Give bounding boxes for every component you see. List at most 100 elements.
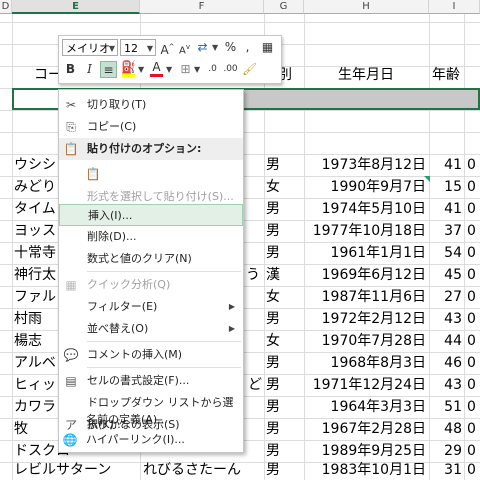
cell-extra[interactable]: 0 (467, 220, 476, 242)
cell-name[interactable]: レビルサターン (14, 459, 138, 480)
cell-gender[interactable]: 男 (266, 154, 280, 176)
cell-extra[interactable]: 0 (467, 308, 476, 330)
grow-font-button[interactable]: A^ (159, 39, 176, 57)
cell-age[interactable]: 41 (430, 198, 462, 220)
cell-name[interactable]: ヨッス (14, 220, 56, 242)
cell-gender[interactable]: 女 (266, 176, 280, 198)
menu-item-filter[interactable]: フィルター(E) ▶ (59, 296, 243, 318)
cell-age[interactable]: 27 (430, 286, 462, 308)
menu-item-delete[interactable]: 削除(D)... (59, 226, 243, 248)
cell-age[interactable]: 51 (430, 396, 462, 418)
cell-gender[interactable]: 漢 (266, 264, 280, 286)
cell-name[interactable]: 神行太 (14, 264, 56, 286)
cell-age[interactable]: 45 (430, 264, 462, 286)
menu-item-quick-analysis[interactable]: ▦ クイック分析(Q) (59, 274, 243, 296)
cell-age[interactable]: 43 (430, 374, 462, 396)
cell-birthday[interactable]: 1969年6月12日 (306, 264, 426, 286)
cell-name[interactable]: 楊志 (14, 330, 42, 352)
menu-item-cut[interactable]: ✂ 切り取り(T) (59, 94, 243, 116)
menu-item-sort[interactable]: 並べ替え(O) ▶ (59, 318, 243, 340)
cell-birthday[interactable]: 1971年12月24日 (306, 374, 426, 396)
cell-name[interactable]: アルベ (14, 352, 56, 374)
cell-birthday[interactable]: 1990年9月7日 (306, 176, 426, 198)
cell-extra[interactable]: 0 (467, 330, 476, 352)
cell-extra[interactable]: 0 (467, 264, 476, 286)
column-header-d[interactable]: D (0, 0, 12, 14)
cell-name[interactable]: みどり (14, 176, 56, 198)
font-size-select[interactable]: 12 ▼ (120, 39, 156, 56)
cell-age[interactable]: 48 (430, 418, 462, 440)
cell-kana[interactable]: ど (248, 374, 262, 396)
cell-kana[interactable]: れびるさたーん (143, 459, 263, 480)
cell-gender[interactable]: 男 (266, 198, 280, 220)
font-color-button[interactable]: A (148, 61, 165, 78)
cell-gender[interactable]: 男 (266, 396, 280, 418)
cell-name[interactable]: 村雨 (14, 308, 42, 330)
column-header-e[interactable]: E (12, 0, 140, 14)
cell-birthday[interactable]: 1977年10月18日 (306, 220, 426, 242)
cell-extra[interactable]: 0 (467, 352, 476, 374)
header-age[interactable]: 年齢 (432, 64, 460, 86)
cell-age[interactable]: 46 (430, 352, 462, 374)
cell-birthday[interactable]: 1972年2月12日 (306, 308, 426, 330)
cell-age[interactable]: 37 (430, 220, 462, 242)
cell-gender[interactable]: 男 (266, 242, 280, 264)
menu-item-insert-comment[interactable]: 💬 コメントの挿入(M) (59, 344, 243, 366)
cell-gender[interactable]: 男 (266, 220, 280, 242)
cell-name[interactable]: タイム (14, 198, 56, 220)
chevron-down-icon[interactable]: ▼ (166, 65, 172, 74)
cell-birthday[interactable]: 1973年8月12日 (306, 154, 426, 176)
cell-age[interactable]: 43 (430, 308, 462, 330)
chevron-down-icon[interactable]: ▼ (212, 43, 218, 52)
column-header-i[interactable]: I (429, 0, 480, 14)
comma-style-button[interactable]: , (239, 39, 256, 56)
italic-button[interactable]: I (81, 61, 98, 78)
menu-item-clear-contents[interactable]: 数式と値のクリア(N) (59, 248, 243, 270)
cell-extra[interactable]: 0 (467, 286, 476, 308)
active-cell[interactable] (14, 90, 64, 108)
cell-age[interactable]: 15 (430, 176, 462, 198)
fill-color-icon[interactable]: ⛽ (120, 61, 137, 78)
cell-kana[interactable]: う (246, 264, 260, 286)
column-header-f[interactable]: F (140, 0, 264, 14)
cell-birthday[interactable]: 1970年7月28日 (306, 330, 426, 352)
cell-birthday[interactable]: 1968年8月3日 (306, 352, 426, 374)
format-painter-table-icon[interactable]: ▦ (259, 39, 276, 56)
cell-extra[interactable]: 0 (467, 418, 476, 440)
cell-extra[interactable]: 0 (467, 198, 476, 220)
cell-extra[interactable]: 0 (467, 154, 476, 176)
header-birthday[interactable]: 生年月日 (338, 64, 394, 86)
borders-icon[interactable]: ⊞ (177, 61, 194, 78)
cell-gender[interactable]: 女 (266, 286, 280, 308)
column-header-h[interactable]: H (304, 0, 429, 14)
cell-gender[interactable]: 男 (266, 418, 280, 440)
cell-name[interactable]: 十常寺 (14, 242, 56, 264)
cell-birthday[interactable]: 1964年3月3日 (306, 396, 426, 418)
cell-name[interactable]: ヒィッ (14, 374, 56, 396)
cell-extra[interactable]: 0 (467, 374, 476, 396)
menu-item-format-cells[interactable]: ▤ セルの書式設定(F)... (59, 370, 243, 392)
cell-birthday[interactable]: 1987年11月6日 (306, 286, 426, 308)
cell-gender[interactable]: 男 (266, 352, 280, 374)
menu-item-copy[interactable]: ⎘ コピー(C) (59, 116, 243, 138)
cell-name[interactable]: 牧 (14, 418, 28, 440)
column-header-g[interactable]: G (264, 0, 304, 14)
cell-gender[interactable]: 女 (266, 330, 280, 352)
cell-gender[interactable]: 男 (266, 459, 280, 480)
cell-extra[interactable]: 0 (467, 242, 476, 264)
cell-extra[interactable]: 0 (467, 396, 476, 418)
cell-name[interactable]: カワラ (14, 396, 56, 418)
cell-age[interactable]: 44 (430, 330, 462, 352)
bold-button[interactable]: B (62, 61, 79, 78)
cell-age[interactable]: 54 (430, 242, 462, 264)
cell-gender[interactable]: 男 (266, 308, 280, 330)
cell-name[interactable]: ウシシ (14, 154, 56, 176)
cell-name[interactable]: ファル (14, 286, 56, 308)
cell-birthday[interactable]: 1967年2月28日 (306, 418, 426, 440)
cell-birthday[interactable]: 1961年1月1日 (306, 242, 426, 264)
percent-style-button[interactable]: % (222, 39, 239, 56)
cell-age[interactable]: 41 (430, 154, 462, 176)
cell-extra[interactable]: 0 (467, 459, 476, 480)
format-painter-icon[interactable]: 🖌 (241, 61, 258, 78)
cell-birthday[interactable]: 1983年10月1日 (306, 459, 426, 480)
